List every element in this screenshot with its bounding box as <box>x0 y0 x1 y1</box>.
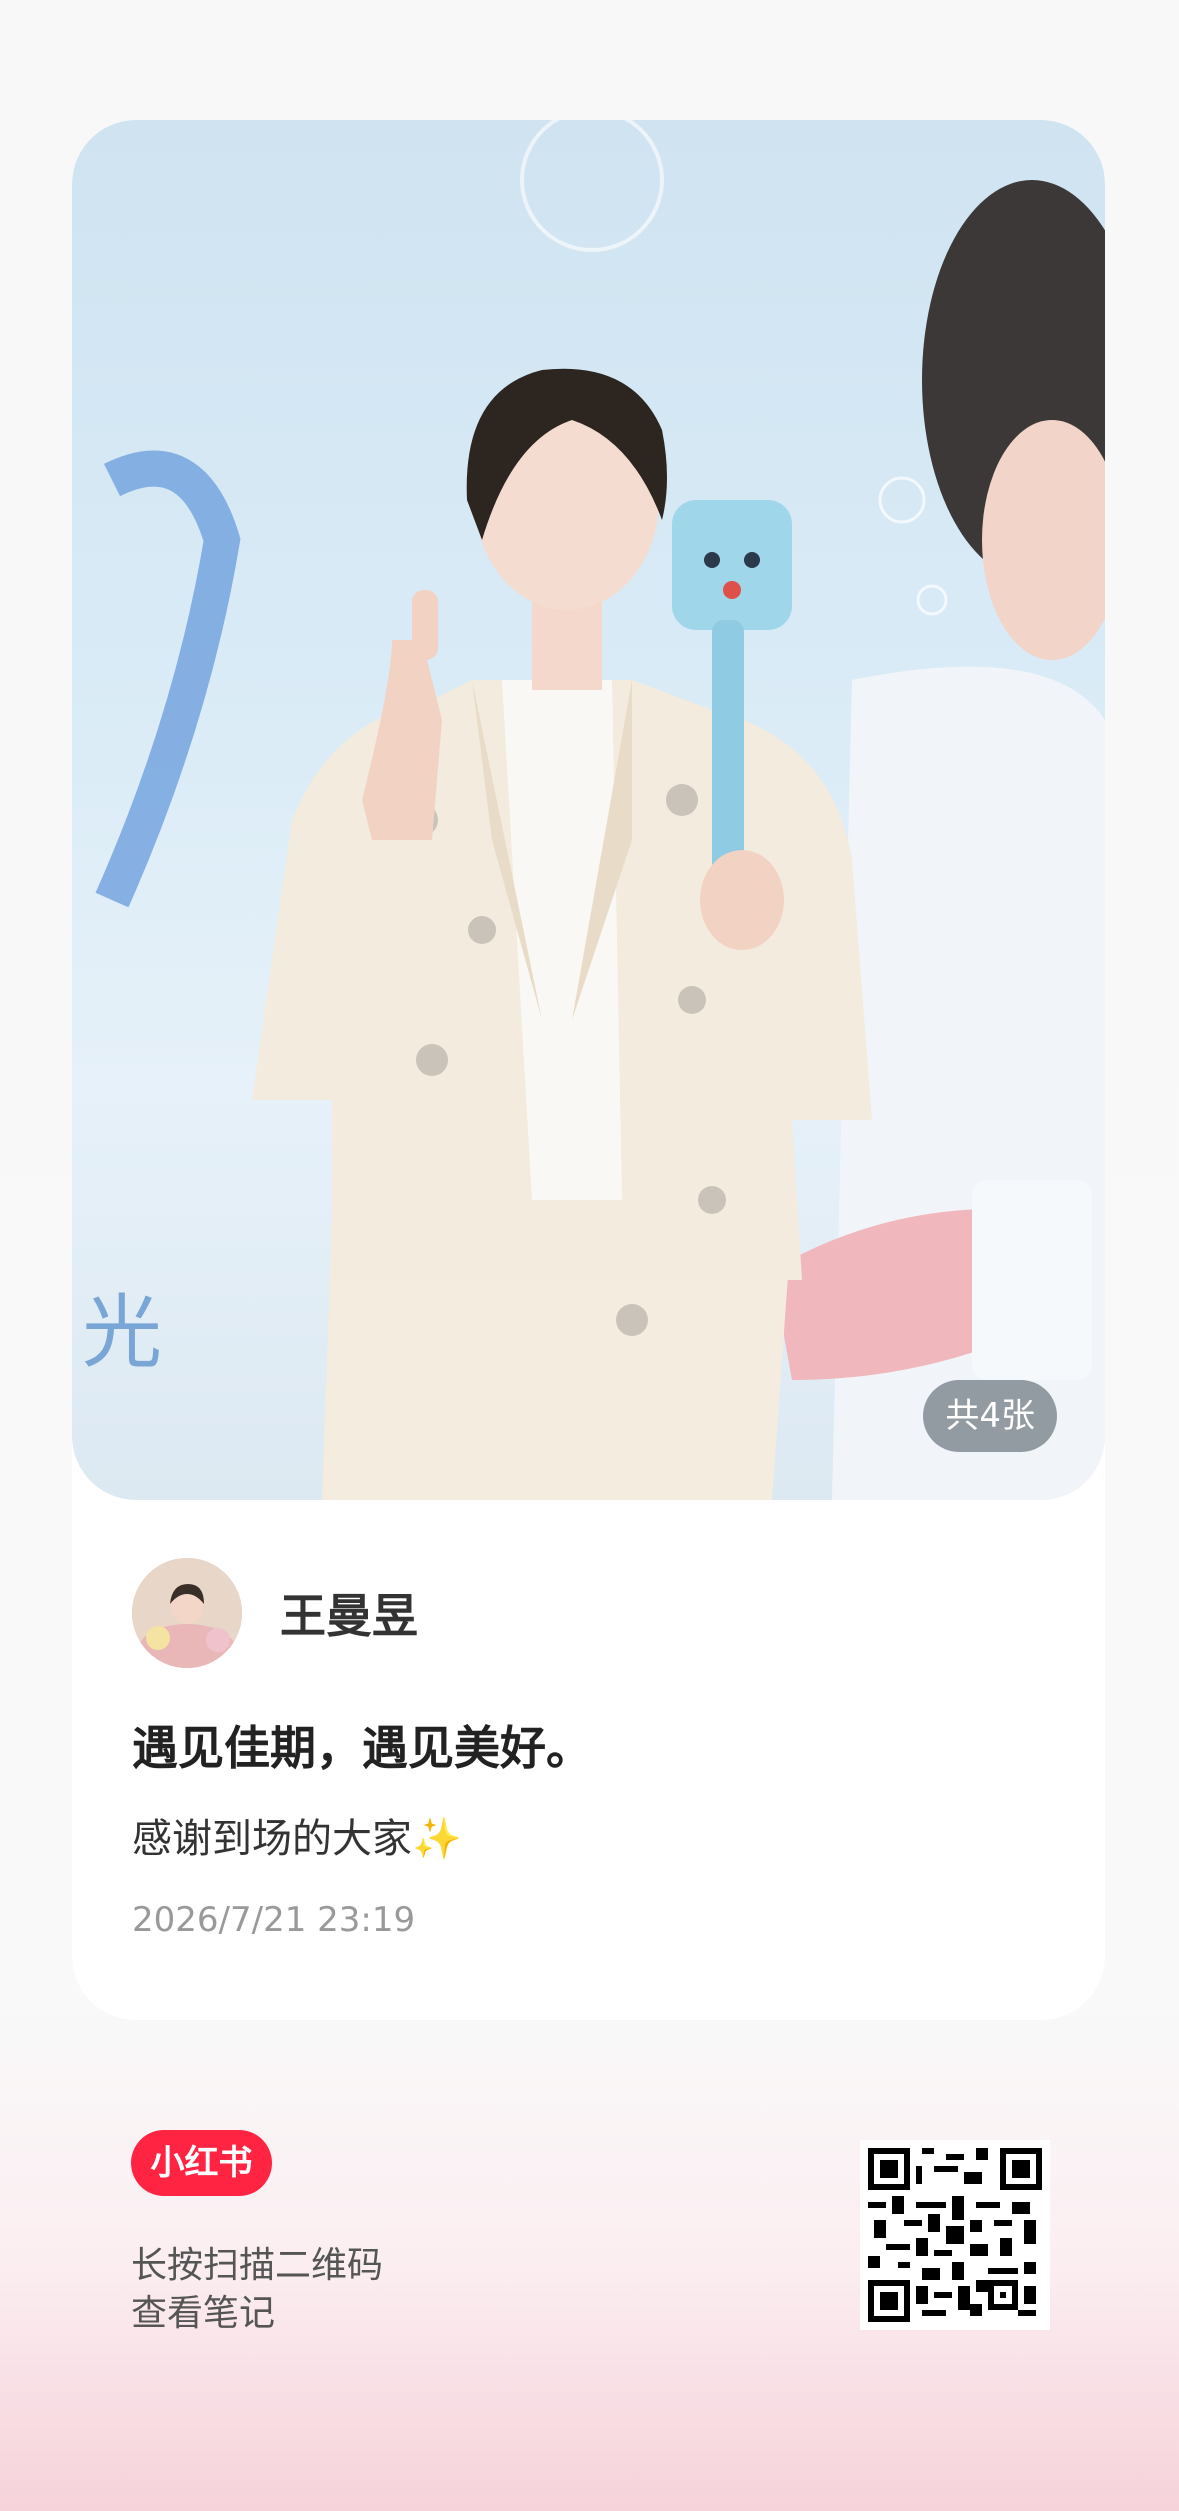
author-name[interactable]: 王曼昱 <box>280 1580 418 1646</box>
qr-code-icon[interactable] <box>860 2140 1050 2330</box>
brand-logo: 小红书 <box>131 2130 272 2196</box>
qr-code-graphic <box>868 2148 1042 2322</box>
note-card: 光 共4张 王曼昱 遇见佳期，遇见美好。 感谢到场的大家✨ 2026/7/21 … <box>72 120 1105 2020</box>
svg-text:光: 光 <box>82 1286 162 1379</box>
avatar-image <box>132 1558 242 1668</box>
cover-photo[interactable]: 光 共4张 <box>72 120 1105 1500</box>
photo-count-badge: 共4张 <box>923 1380 1057 1452</box>
author-row[interactable]: 王曼昱 <box>132 1558 418 1668</box>
qr-hint-line2: 查看笔记 <box>131 2293 276 2334</box>
note-timestamp: 2026/7/21 23:19 <box>132 1900 416 1940</box>
note-description: 感谢到场的大家✨ <box>132 1816 462 1862</box>
qr-hint-line1: 长按扫描二维码 <box>131 2245 384 2286</box>
avatar[interactable] <box>132 1558 242 1668</box>
cover-illustration: 光 <box>82 120 1105 1500</box>
note-title: 遇见佳期，遇见美好。 <box>132 1721 592 1775</box>
